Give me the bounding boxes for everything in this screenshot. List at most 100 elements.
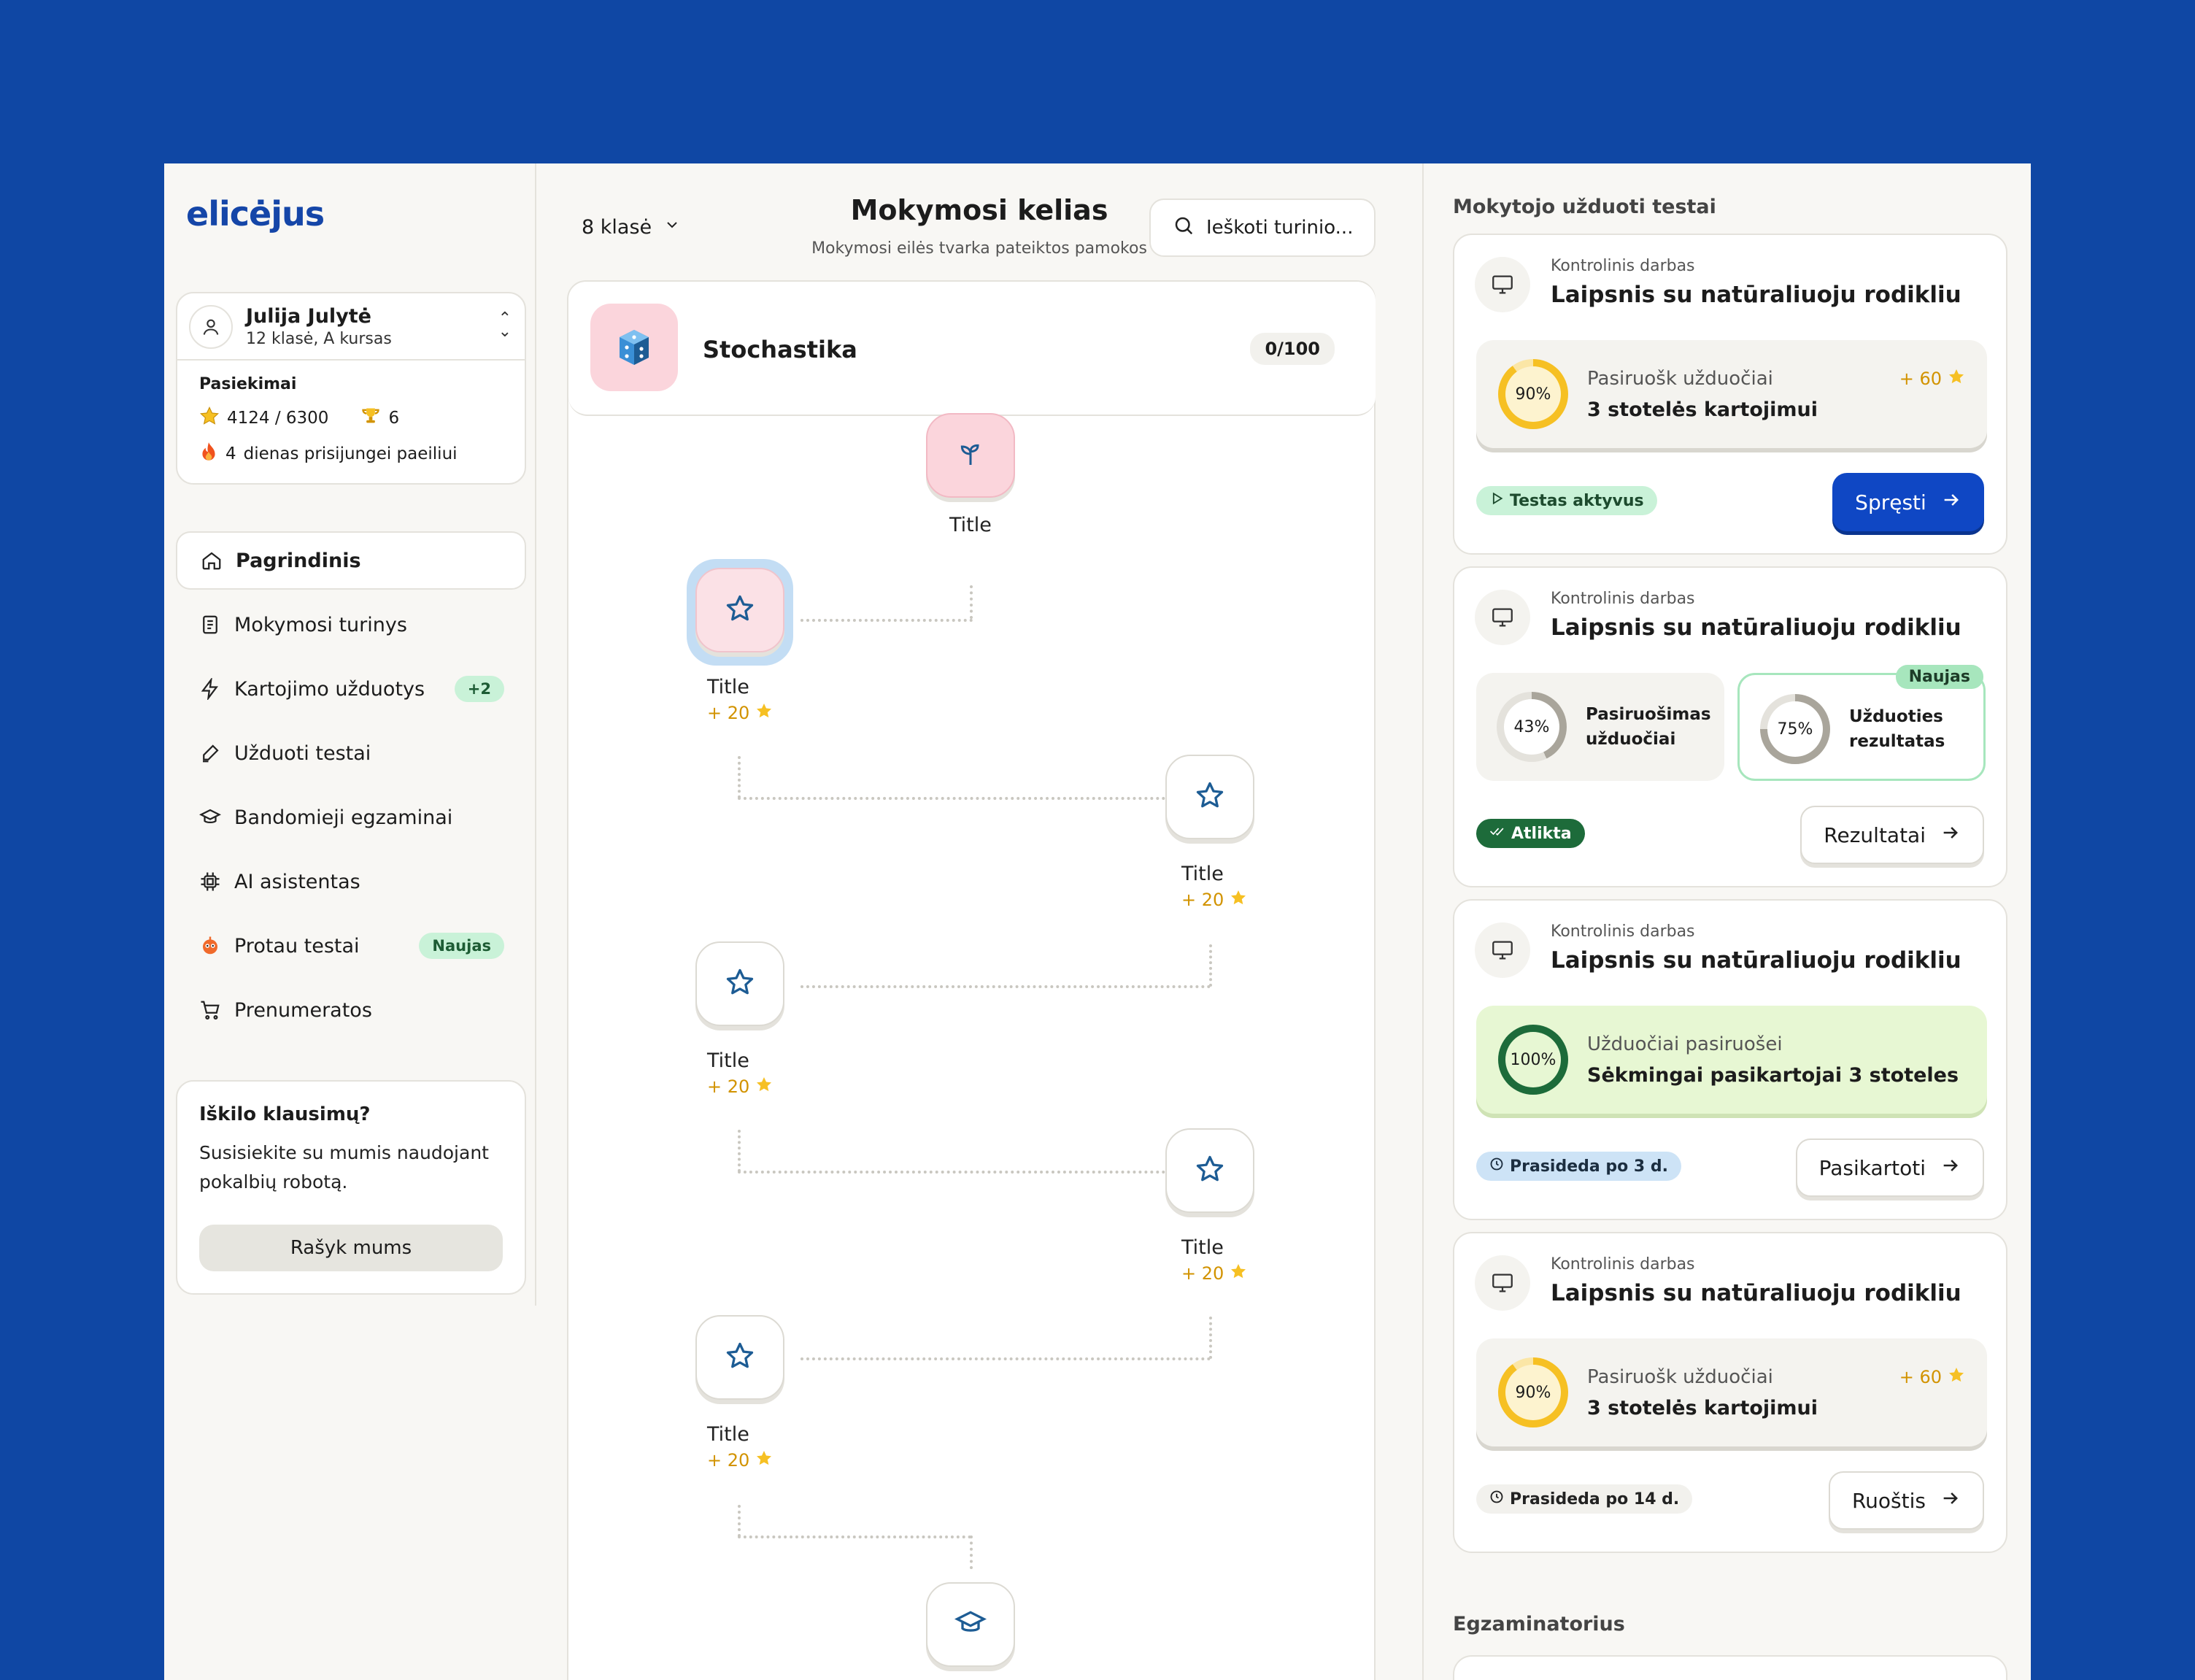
star-icon	[755, 1449, 773, 1471]
app-window: elicėjus Julija Julytė 12 klasė, A kursa…	[164, 163, 2031, 1680]
app-logo[interactable]: elicėjus	[186, 194, 325, 234]
star-icon	[1194, 1153, 1226, 1188]
topic-card[interactable]: Stochastika 0/100	[568, 282, 1376, 416]
test-card: Kontrolinis darbas Laipsnis su natūraliu…	[1453, 899, 2007, 1220]
contact-button[interactable]: Rašyk mums	[199, 1225, 503, 1271]
prepare-button[interactable]: Ruoštis	[1828, 1471, 1984, 1530]
star-icon	[1948, 368, 1965, 390]
status-text: Prasideda po 14 d.	[1510, 1490, 1680, 1508]
nav-label: Prenumeratos	[234, 998, 372, 1022]
progress-line1: Pasiruošk užduočiai	[1587, 1366, 1773, 1388]
progress-line2: 3 stotelės kartojimui	[1587, 1397, 1818, 1419]
nav-label: Protau testai	[234, 934, 360, 957]
arrow-right-icon	[1940, 1488, 1961, 1514]
sprout-icon	[956, 439, 985, 471]
progress-line2: Sėkmingai pasikartojai 3 stoteles	[1587, 1064, 1959, 1087]
progress-line2: 3 stotelės kartojimui	[1587, 398, 1818, 421]
lightning-icon	[198, 677, 223, 701]
path-connector	[1209, 944, 1212, 987]
results-button[interactable]: Rezultatai	[1800, 806, 1984, 864]
arrow-right-icon	[1940, 822, 1961, 848]
star-icon	[1194, 779, 1226, 814]
points-value: + 20	[707, 1450, 750, 1471]
profile-name: Julija Julytė	[246, 305, 371, 328]
star-icon	[724, 593, 756, 628]
test-kind: Kontrolinis darbas	[1551, 922, 1695, 941]
path-node[interactable]	[695, 1315, 784, 1400]
path-connector	[970, 585, 973, 619]
nav-item-mock-exams[interactable]: Bandomieji egzaminai	[176, 788, 526, 847]
path-node-final[interactable]	[926, 1582, 1015, 1667]
stat-label: Užduoties rezultatas	[1849, 707, 1945, 751]
topic-name: Stochastika	[703, 336, 857, 363]
test-card: Kontrolinis darbas Laipsnis su natūraliu…	[1453, 566, 2007, 887]
profile-switcher[interactable]: Julija Julytė 12 klasė, A kursas ⌃ ⌄	[177, 293, 525, 361]
status-badge: Prasideda po 14 d.	[1476, 1484, 1693, 1514]
preparation-progress[interactable]: 90% Pasiruošk užduočiai 3 stotelės karto…	[1476, 340, 1987, 448]
star-icon	[724, 966, 756, 1001]
solve-button[interactable]: Spręsti	[1832, 473, 1984, 531]
path-connector	[801, 985, 1211, 988]
dice-icon	[590, 304, 678, 391]
help-text: Susisiekite su mumis naudojant pokalbių …	[199, 1142, 489, 1192]
path-node[interactable]	[695, 941, 784, 1026]
help-card: Iškilo klausimų? Susisiekite su mumis na…	[176, 1080, 526, 1295]
pen-icon	[198, 741, 223, 766]
result-stat[interactable]: Naujas 75% Užduoties rezultatas	[1737, 665, 1986, 781]
nav-label: Mokymosi turinys	[234, 613, 407, 636]
preparation-progress[interactable]: 90% Pasiruošk užduočiai 3 stotelės karto…	[1476, 1338, 1987, 1446]
button-label: Spręsti	[1855, 490, 1926, 515]
points-value: + 20	[1181, 1263, 1224, 1284]
repeat-button[interactable]: Pasikartoti	[1795, 1138, 1984, 1197]
robot-icon	[198, 933, 223, 958]
path-node-label: Title	[1181, 863, 1224, 885]
progress-ring: 90%	[1498, 1357, 1568, 1427]
path-node[interactable]	[1165, 1128, 1254, 1213]
monitor-icon	[1475, 922, 1530, 978]
path-node-label: Title	[949, 514, 992, 536]
points-value: + 20	[1181, 890, 1224, 910]
path-node-active[interactable]	[695, 568, 784, 652]
nav-item-subscriptions[interactable]: Prenumeratos	[176, 981, 526, 1039]
path-node-points: + 20	[1181, 1263, 1247, 1284]
monitor-icon	[1475, 590, 1530, 645]
test-kind: Kontrolinis darbas	[1551, 590, 1695, 608]
progress-line1: Užduočiai pasiruošei	[1587, 1033, 1783, 1055]
star-icon	[755, 702, 773, 724]
test-name: Laipsnis su natūraliuoju rodikliu	[1551, 947, 1961, 974]
path-node[interactable]	[1165, 755, 1254, 839]
chevron-updown-icon: ⌃ ⌄	[498, 309, 512, 341]
search-input[interactable]: Ieškoti turinio...	[1149, 199, 1376, 257]
test-kind: Kontrolinis darbas	[1551, 1255, 1695, 1274]
status-badge: Atlikta	[1476, 819, 1585, 848]
path-connector	[801, 1357, 1211, 1360]
path-node-points: + 20	[1181, 889, 1247, 911]
progress-percent: 90%	[1505, 1365, 1561, 1420]
learning-path-main: 8 klasė Mokymosi kelias Mokymosi eilės t…	[538, 163, 1421, 1680]
nav-label: Užduoti testai	[234, 741, 371, 765]
status-text: Testas aktyvus	[1510, 491, 1644, 510]
arrow-right-icon	[1941, 490, 1961, 515]
search-placeholder: Ieškoti turinio...	[1206, 217, 1354, 239]
examiner-card[interactable]	[1453, 1655, 2007, 1680]
nav-label: Kartojimo užduotys	[234, 677, 425, 701]
path-node-start[interactable]	[926, 413, 1015, 498]
preparation-progress[interactable]: 100% Užduočiai pasiruošei Sėkmingai pasi…	[1476, 1006, 1987, 1114]
nav-item-protau-tests[interactable]: Protau testai Naujas	[176, 917, 526, 975]
nav-item-home[interactable]: Pagrindinis	[176, 531, 526, 590]
profile-subtitle: 12 klasė, A kursas	[246, 330, 392, 348]
nav-item-content[interactable]: Mokymosi turinys	[176, 596, 526, 654]
chip-icon	[198, 869, 223, 894]
nav-item-assigned-tests[interactable]: Užduoti testai	[176, 724, 526, 782]
nav-item-ai-assistant[interactable]: AI asistentas	[176, 852, 526, 911]
reward-points: + 60	[1899, 368, 1965, 390]
test-name: Laipsnis su natūraliuoju rodikliu	[1551, 614, 1961, 641]
clock-icon	[1489, 1157, 1504, 1176]
profile-card: Julija Julytė 12 klasė, A kursas ⌃ ⌄ Pasi…	[176, 292, 526, 485]
nav-item-review[interactable]: Kartojimo užduotys +2	[176, 660, 526, 718]
path-connector	[801, 619, 973, 622]
star-icon	[199, 406, 220, 431]
button-label: Pasikartoti	[1818, 1155, 1926, 1180]
assigned-tests-panel: Mokytojo užduoti testai Kontrolinis darb…	[1422, 163, 2031, 1680]
star-icon	[1230, 889, 1247, 911]
